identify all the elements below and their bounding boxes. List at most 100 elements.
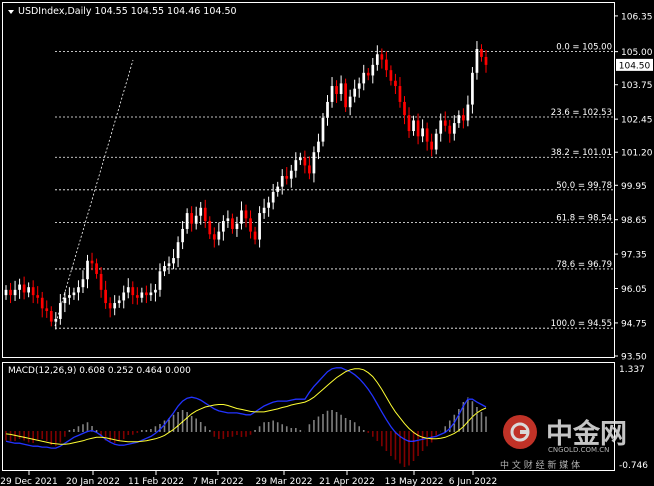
candle-bull [271, 191, 275, 203]
candle-bear [99, 273, 103, 290]
candle-bear [462, 115, 465, 121]
candle-bull [258, 213, 261, 240]
candle-bear [249, 218, 252, 232]
candle-bear [203, 207, 207, 222]
candle-bull [167, 263, 171, 267]
candle-bull [471, 72, 474, 105]
candle-bull [276, 186, 280, 192]
price-tick-label: 102.45 [621, 116, 653, 126]
time-tick-label: 7 Mar 2022 [192, 477, 243, 486]
candle-bull [317, 141, 320, 153]
candle-bull [194, 215, 198, 224]
candle-bull [371, 64, 375, 76]
candle-bull [81, 279, 85, 288]
candle-bull [421, 128, 424, 137]
candle-bear [253, 231, 257, 240]
time-tick-label: 21 Apr 2022 [319, 477, 375, 486]
price-tick-label: 93.50 [621, 353, 647, 363]
candle-bear [49, 311, 53, 322]
macd-top-tick: 1.337 [619, 365, 645, 375]
candle-bull [375, 54, 379, 65]
candle-bull [72, 292, 76, 296]
candle-bull [68, 295, 71, 298]
candle-bull [330, 86, 334, 102]
candle-bear [484, 56, 488, 65]
trading-chart[interactable]: USDIndex,Daily 104.55 104.55 104.46 104.… [0, 0, 654, 486]
fib-level-label: 100.0 = 94.55 [551, 319, 612, 329]
candle-bull [63, 297, 67, 304]
price-tick-label: 98.65 [621, 216, 647, 226]
candle-bull [222, 221, 225, 232]
time-tick-label: 20 Jan 2022 [66, 477, 120, 486]
candle-bull [326, 101, 329, 118]
time-tick-label: 29 Mar 2022 [255, 477, 312, 486]
candle-bull [86, 260, 89, 280]
candle-bear [448, 125, 452, 134]
fib-level-label: 38.2 = 101.01 [551, 148, 612, 158]
candle-bull [321, 117, 325, 142]
candle-bull [163, 266, 166, 272]
candle-bear [443, 120, 447, 126]
price-tick-label: 105.00 [621, 48, 653, 58]
candle-bull [434, 133, 438, 150]
candle-bull [117, 300, 121, 304]
candle-bull [18, 284, 21, 290]
time-tick-label: 6 Jun 2022 [449, 477, 497, 486]
macd-label: MACD(12,26,9) 0.608 0.252 0.464 0.000 [8, 366, 191, 376]
candle-bull [158, 271, 162, 290]
candle-bull [4, 289, 8, 296]
price-tick-label: 99.95 [621, 182, 647, 192]
candle-bull [172, 258, 175, 264]
watermark-tagline: 中 文 财 经 新 媒 体 [500, 459, 580, 471]
candle-bull [27, 287, 30, 293]
candle-bear [135, 295, 139, 298]
time-tick-label: 13 May 2022 [385, 477, 444, 486]
candle-bull [452, 123, 456, 134]
price-tick-label: 97.35 [621, 251, 647, 261]
candle-bull [353, 88, 357, 97]
price-tick-label: 94.75 [621, 319, 647, 329]
candle-bear [480, 48, 483, 57]
candle-bear [389, 70, 393, 81]
candle-bear [344, 83, 347, 108]
candle-bull [298, 157, 302, 161]
watermark-domain: CNGOLD.COM.CN [548, 446, 609, 454]
candle-bear [335, 86, 338, 94]
fib-level-label: 0.0 = 105.00 [556, 43, 612, 53]
price-tick-label: 106.35 [621, 12, 653, 22]
candle-bear [416, 120, 420, 137]
candle-bear [425, 128, 429, 142]
candle-bear [285, 176, 289, 179]
candle-bull [126, 287, 130, 293]
candle-bear [380, 54, 384, 60]
candle-bear [366, 72, 370, 76]
candle-bear [190, 213, 194, 224]
fib-level-label: 61.8 = 98.54 [556, 214, 612, 224]
candle-bear [90, 260, 94, 264]
candle-bear [231, 218, 234, 229]
candle-bull [54, 318, 58, 322]
candle-bear [398, 86, 402, 102]
candle-bull [185, 213, 189, 229]
current-price-label: 104.50 [619, 61, 651, 71]
candle-bear [104, 289, 107, 304]
candle-bull [13, 289, 17, 296]
candle-bear [244, 210, 248, 219]
candle-bull [280, 176, 284, 187]
candle-bear [212, 234, 216, 240]
candle-bear [131, 287, 135, 296]
candle-bear [407, 115, 411, 132]
price-tick-label: 96.05 [621, 285, 647, 295]
candle-bull [362, 72, 366, 84]
candle-bear [22, 284, 26, 293]
candle-bull [58, 303, 62, 319]
candle-bull [226, 218, 230, 222]
candle-bear [385, 59, 388, 71]
fib-level-label: 50.0 = 99.78 [556, 181, 612, 191]
candle-bull [235, 223, 239, 229]
current-price-marker: 104.50 [616, 58, 653, 71]
price-tick-label: 101.20 [621, 149, 653, 159]
candle-bull [357, 83, 361, 89]
candle-bear [145, 292, 148, 296]
candle-bear [430, 141, 434, 150]
